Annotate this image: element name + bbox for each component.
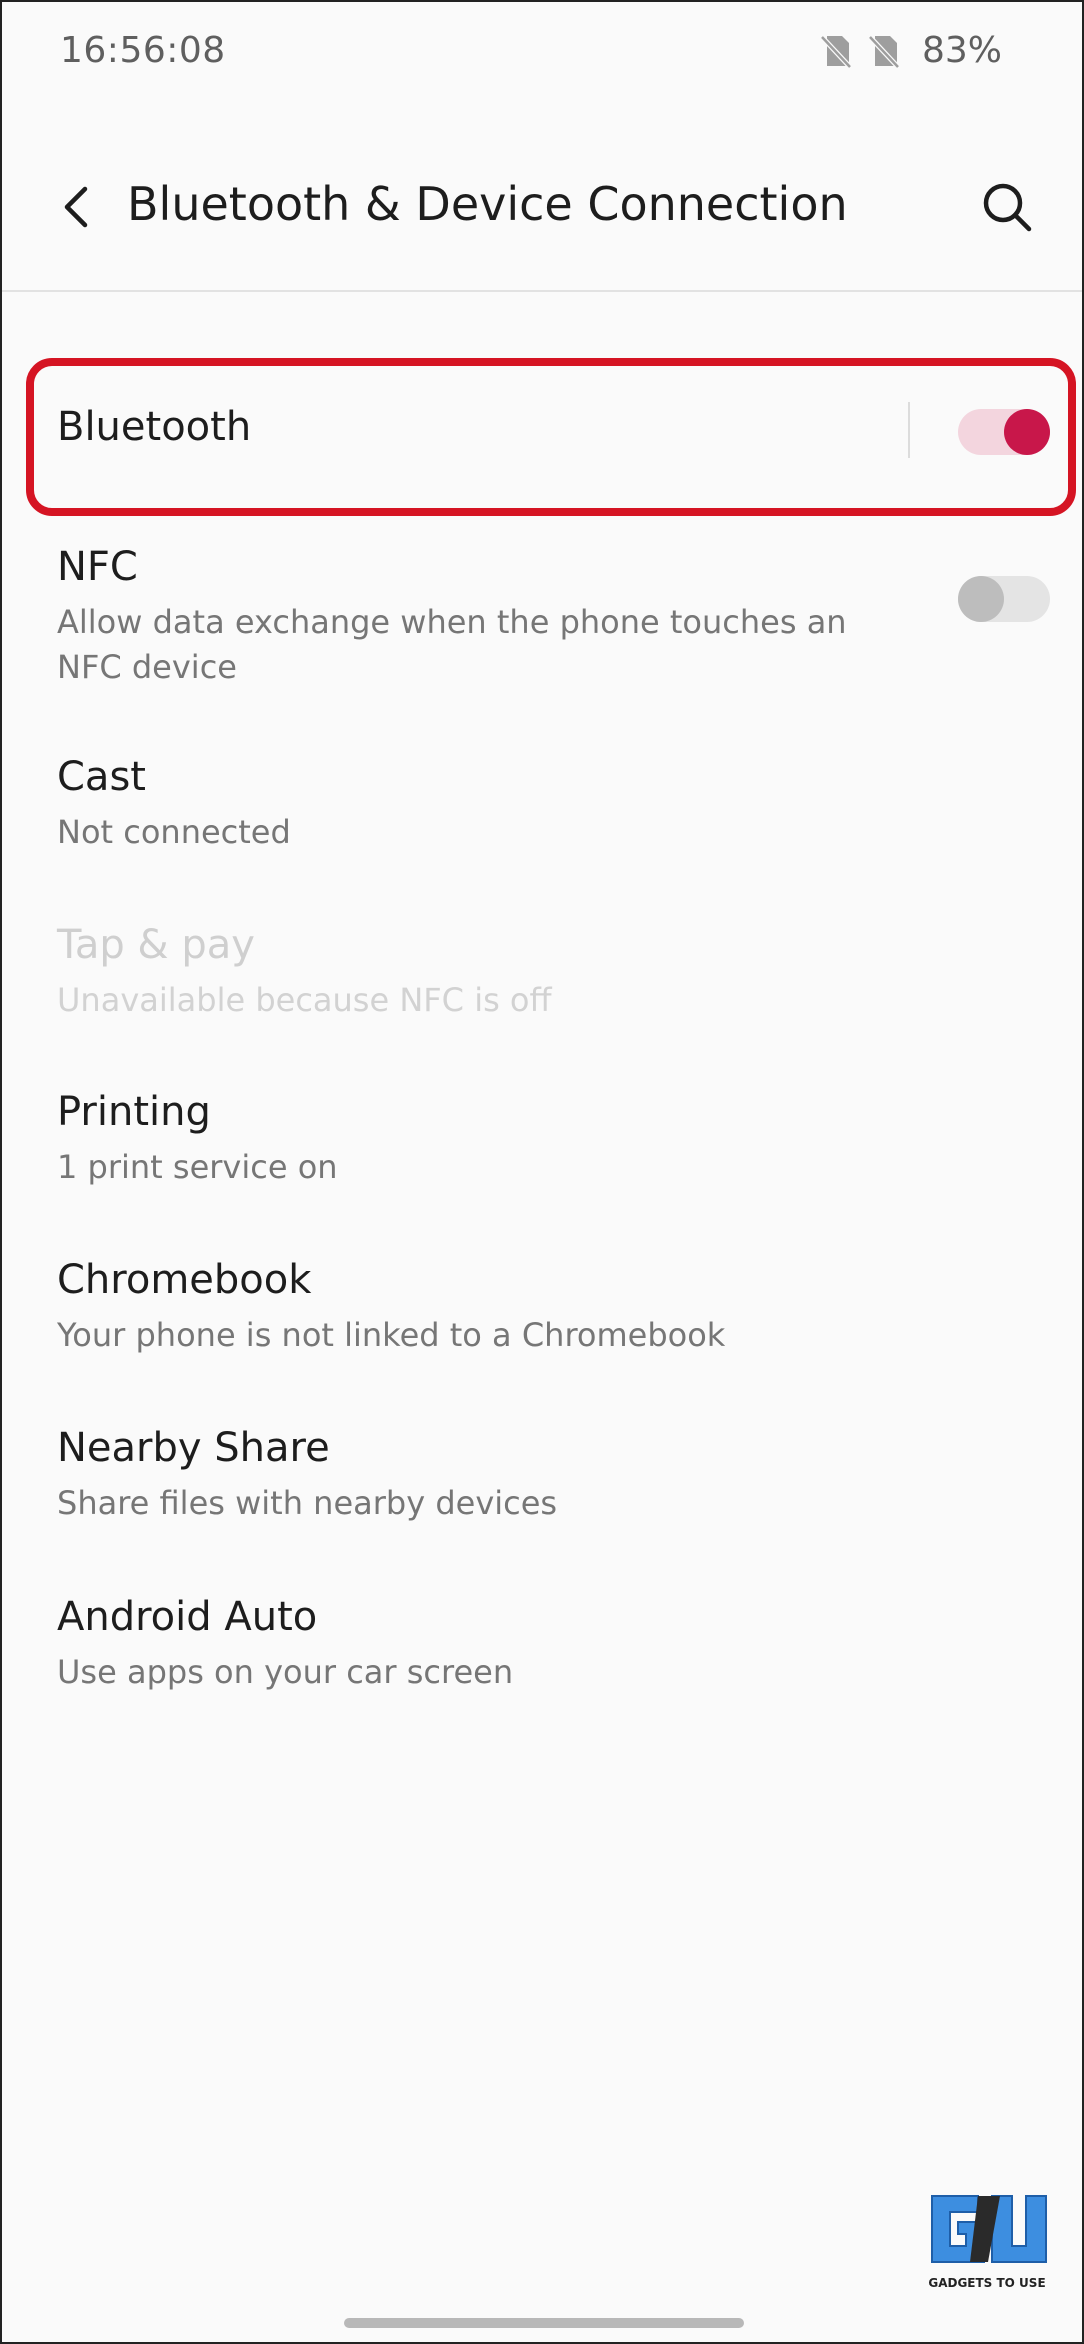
setting-summary: Share files with nearby devices xyxy=(57,1484,558,1522)
row-separator xyxy=(908,402,910,458)
setting-summary: Your phone is not linked to a Chromebook xyxy=(57,1316,726,1354)
nfc-toggle[interactable] xyxy=(958,576,1050,622)
setting-nfc[interactable]: NFC Allow data exchange when the phone t… xyxy=(2,532,1082,702)
app-bar-divider xyxy=(2,290,1082,292)
setting-bluetooth[interactable]: Bluetooth xyxy=(2,362,1082,512)
page-title: Bluetooth & Device Connection xyxy=(127,177,848,231)
no-sim-icon xyxy=(868,34,900,69)
no-sim-icon xyxy=(820,34,852,69)
back-button[interactable] xyxy=(46,172,106,242)
battery-percentage: 83% xyxy=(921,30,1002,71)
home-indicator[interactable] xyxy=(344,2318,744,2328)
setting-summary: Unavailable because NFC is off xyxy=(57,981,552,1019)
setting-title: NFC xyxy=(57,544,138,590)
settings-screen: 16:56:08 83% Bluetooth & Device Connecti… xyxy=(0,0,1084,2344)
watermark-logo: GADGETS TO USE xyxy=(922,2190,1052,2290)
status-time: 16:56:08 xyxy=(60,30,226,71)
setting-summary: 1 print service on xyxy=(57,1148,338,1186)
setting-title: Tap & pay xyxy=(57,922,255,968)
setting-title: Nearby Share xyxy=(57,1425,330,1471)
setting-nearby-share[interactable]: Nearby Share Share files with nearby dev… xyxy=(2,1413,1082,1543)
status-bar: 16:56:08 83% xyxy=(2,2,1082,102)
setting-summary: Not connected xyxy=(57,813,291,851)
bluetooth-toggle[interactable] xyxy=(958,409,1050,455)
back-arrow-icon xyxy=(64,186,88,228)
status-icons: 83% xyxy=(818,30,1002,71)
setting-title: Chromebook xyxy=(57,1257,312,1303)
setting-android-auto[interactable]: Android Auto Use apps on your car screen xyxy=(2,1582,1082,1712)
setting-printing[interactable]: Printing 1 print service on xyxy=(2,1077,1082,1207)
setting-chromebook[interactable]: Chromebook Your phone is not linked to a… xyxy=(2,1245,1082,1375)
setting-title: Android Auto xyxy=(57,1594,318,1640)
setting-cast[interactable]: Cast Not connected xyxy=(2,742,1082,872)
search-icon xyxy=(983,183,1032,232)
setting-title: Cast xyxy=(57,754,146,800)
setting-title: Bluetooth xyxy=(57,404,252,450)
app-bar: Bluetooth & Device Connection xyxy=(2,152,1082,262)
setting-title: Printing xyxy=(57,1089,211,1135)
toggle-thumb xyxy=(1004,409,1050,455)
toggle-thumb xyxy=(958,576,1004,622)
search-button[interactable] xyxy=(974,174,1040,240)
setting-tap-pay: Tap & pay Unavailable because NFC is off xyxy=(2,910,1082,1040)
gadgets-to-use-logo-icon xyxy=(931,2195,1047,2263)
watermark-caption: GADGETS TO USE xyxy=(928,2276,1046,2290)
setting-summary: Allow data exchange when the phone touch… xyxy=(57,603,847,686)
setting-summary: Use apps on your car screen xyxy=(57,1653,514,1691)
